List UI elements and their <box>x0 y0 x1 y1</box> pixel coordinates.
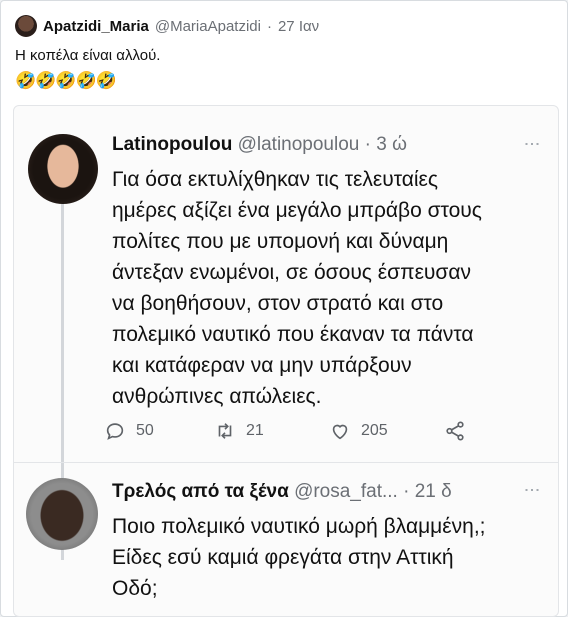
tweet-text-line: Είδες εσύ καμιά φρεγάτα στην Αττική <box>112 546 454 569</box>
reply-button[interactable]: 50 <box>104 420 154 442</box>
post-card: Apatzidi_Maria @MariaApatzidi · 27 Ιαν Η… <box>0 0 568 617</box>
tweet-header: Latinopoulou @latinopoulou · 3 ώ <box>112 134 407 156</box>
tweet-time[interactable]: 3 ώ <box>376 134 407 155</box>
more-options-icon[interactable]: ⋮ <box>523 136 540 152</box>
post-header: Apatzidi_Maria @MariaApatzidi · 27 Ιαν <box>15 15 319 37</box>
avatar[interactable] <box>26 478 98 550</box>
tweet-text-line: Ποιο πολεμικό ναυτικό μωρή βλαμμένη,; <box>112 515 486 538</box>
tweet-text-line: και κατάφεραν να μην υπάρξουν <box>112 354 412 377</box>
share-icon <box>446 421 464 441</box>
tweet-author-name[interactable]: Latinopoulou <box>112 134 232 155</box>
tweet-text-line: Για όσα εκτυλίχθηκαν τις τελευταίες <box>112 168 439 191</box>
tweet-text-line: πολίτες που με υπομονή και δύναμη <box>112 230 449 253</box>
like-button[interactable]: 205 <box>329 420 388 442</box>
author-handle[interactable]: @MariaApatzidi <box>155 18 261 35</box>
more-options-icon[interactable]: ⋮ <box>523 482 540 498</box>
post-text: Η κοπέλα είναι αλλού. <box>15 47 161 64</box>
tweet-text: Ποιο πολεμικό ναυτικό μωρή βλαμμένη,; Εί… <box>112 511 542 604</box>
tweet-author-handle[interactable]: @latinopoulou <box>238 134 360 155</box>
author-name[interactable]: Apatzidi_Maria <box>43 18 149 35</box>
tweet-text-line: ημέρες αξίζει ένα μεγάλο μπράβο στους <box>112 199 482 222</box>
separator: · <box>403 481 410 502</box>
quoted-screenshot[interactable]: Latinopoulou @latinopoulou · 3 ώ ⋮ Για ό… <box>13 105 559 617</box>
divider <box>14 462 558 463</box>
tweet-text: Για όσα εκτυλίχθηκαν τις τελευταίες ημέρ… <box>112 164 542 412</box>
post-date[interactable]: 27 Ιαν <box>278 18 319 35</box>
reply-icon <box>106 423 124 440</box>
tweet-author-name[interactable]: Τρελός από τα ξένα <box>112 481 289 502</box>
tweet-header: Τρελός από τα ξένα @rosa_fat... · 21 δ <box>112 481 452 503</box>
separator: · <box>364 134 371 155</box>
tweet-text-line: πολεμικό ναυτικό που έκαναν τα πάντα <box>112 323 474 346</box>
retweet-button[interactable]: 21 <box>214 420 264 442</box>
heart-icon <box>332 424 348 440</box>
tweet-text-line: ανθρώπινες απώλειες. <box>112 385 322 408</box>
separator: · <box>266 17 272 35</box>
avatar[interactable] <box>15 15 37 37</box>
tweet-text-line: άντεξαν ενωμένοι, σε όσους έσπευσαν <box>112 261 472 284</box>
tweet-text-line: να βοηθήσουν, στον στρατό και στο <box>112 292 444 315</box>
tweet-actions: 50 21 205 <box>104 420 484 448</box>
retweet-icon <box>218 423 232 439</box>
reply-count: 50 <box>136 422 154 439</box>
tweet-author-handle[interactable]: @rosa_fat... <box>294 481 398 502</box>
tweet-time[interactable]: 21 δ <box>415 481 452 502</box>
avatar[interactable] <box>28 134 98 204</box>
post-emoji: 🤣🤣🤣🤣🤣 <box>15 71 117 90</box>
like-count: 205 <box>361 422 388 439</box>
tweet-text-line: Οδό; <box>112 577 158 600</box>
share-button[interactable] <box>444 420 466 442</box>
retweet-count: 21 <box>246 422 264 439</box>
